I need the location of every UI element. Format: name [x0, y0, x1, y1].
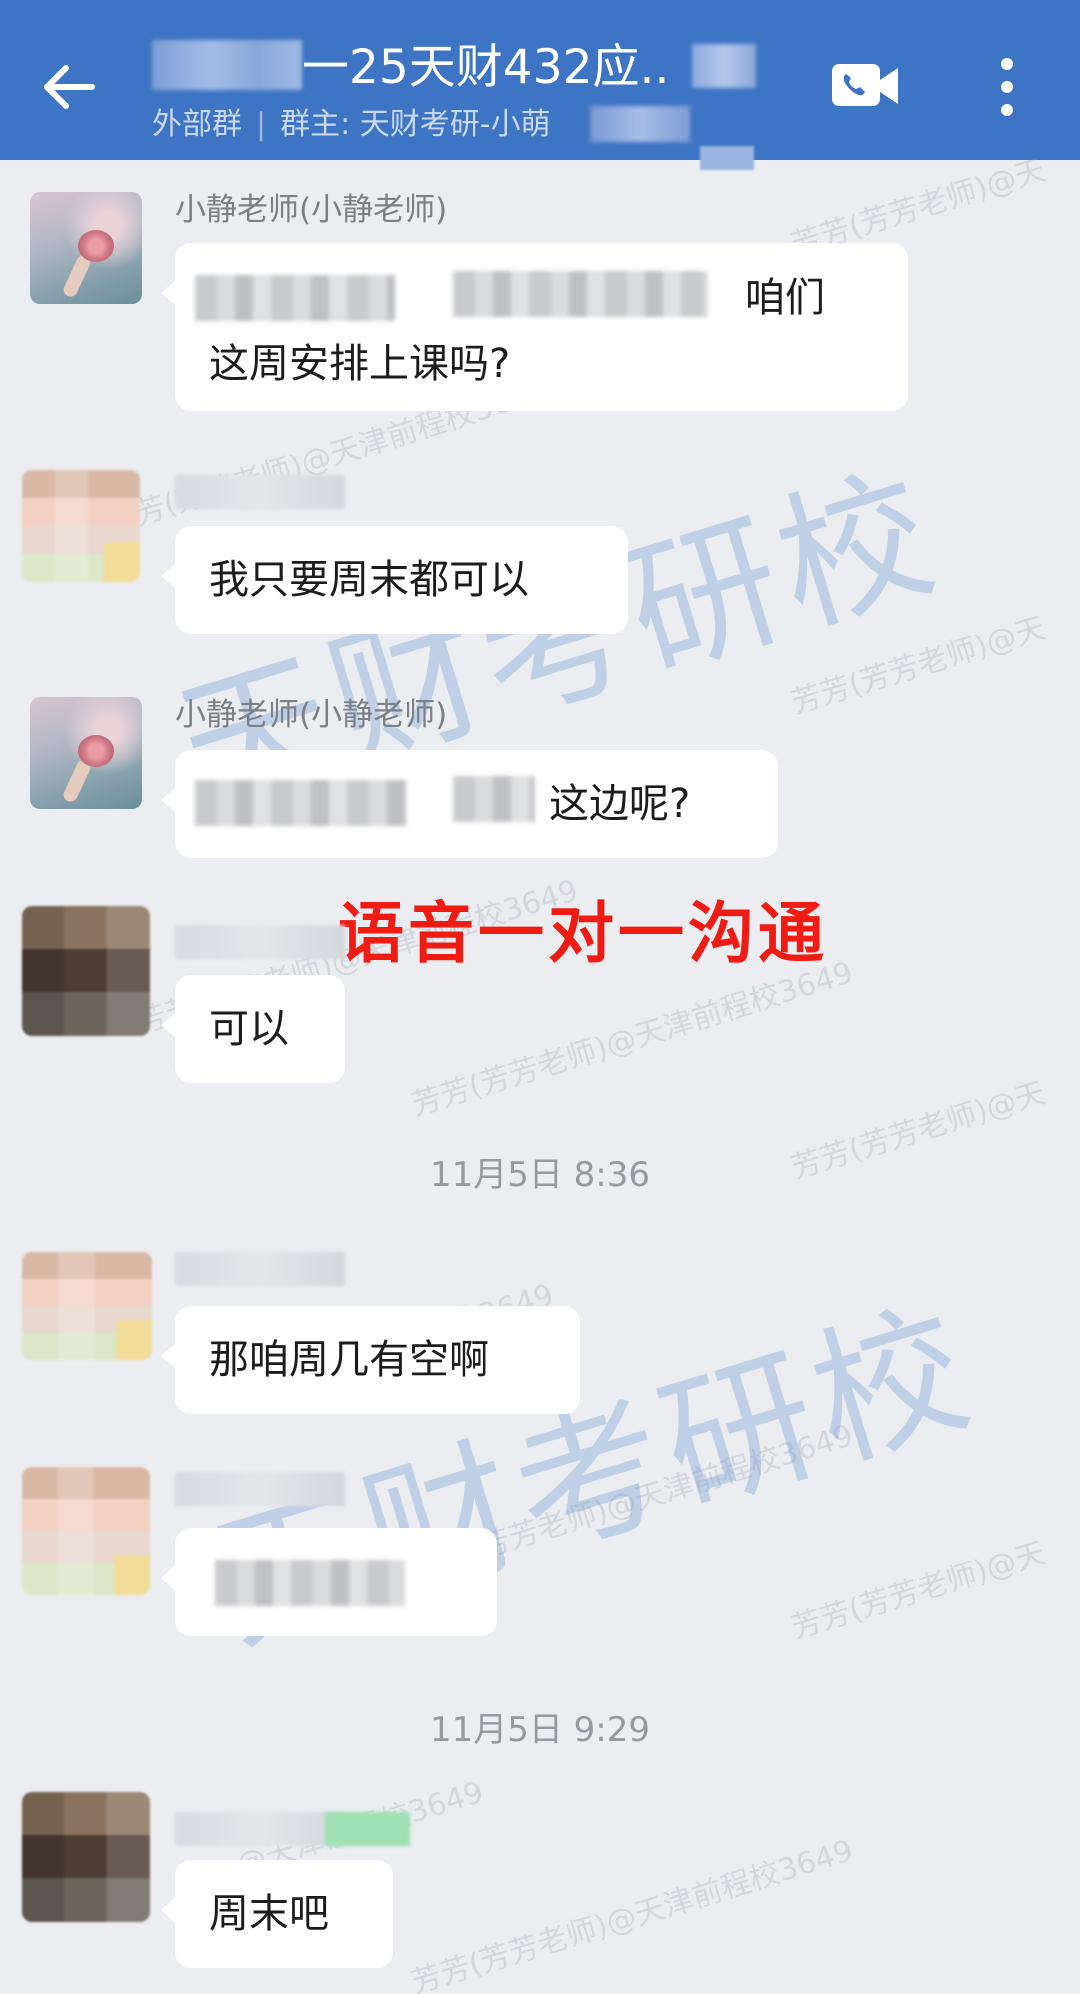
message-text: 我只要周末都可以: [209, 557, 529, 603]
sender-name-redacted: [175, 1472, 345, 1506]
watermark-text: 芳芳(芳芳老师)@天: [787, 610, 1050, 722]
group-owner-label: 群主: 天财考研-小萌: [280, 107, 551, 142]
message-bubble[interactable]: 可以: [161, 975, 345, 1083]
avatar[interactable]: [22, 470, 140, 582]
message-text: 这周安排上课吗?: [209, 341, 511, 387]
timestamp: 11月5日 9:29: [429, 1710, 651, 1750]
message-text: 这边呢?: [549, 781, 691, 827]
chat-title[interactable]: 一25天财432应..: [302, 40, 669, 96]
avatar[interactable]: [22, 1792, 150, 1922]
redacted-text: [215, 1560, 405, 1606]
sender-name-redacted: [175, 1252, 345, 1286]
message-text: 咱们: [745, 275, 825, 321]
more-options-button[interactable]: [992, 56, 1022, 118]
header-redacted-fragment: [700, 146, 754, 170]
message-bubble[interactable]: 这边呢?: [161, 750, 778, 858]
video-call-button[interactable]: [832, 62, 902, 110]
avatar[interactable]: [30, 697, 142, 809]
more-vertical-icon: [1001, 58, 1013, 116]
chat-subtitle: 外部群 | 群主: 天财考研-小萌: [152, 105, 551, 145]
sender-name: 小静老师(小静老师): [175, 192, 448, 228]
avatar-flower: [78, 735, 114, 767]
redacted-text: [453, 776, 535, 822]
video-call-icon: [832, 64, 898, 106]
sender-name: 小静老师(小静老师): [175, 697, 448, 733]
owner-redacted: [590, 106, 690, 142]
subtitle-separator: |: [256, 107, 267, 142]
avatar[interactable]: [22, 1252, 152, 1360]
watermark-text: 芳芳(芳芳老师)@天: [787, 1535, 1050, 1647]
message-text: 可以: [209, 1006, 289, 1052]
avatar[interactable]: [22, 1467, 150, 1595]
overlay-annotation: 语音一对一沟通: [338, 894, 828, 972]
avatar[interactable]: [22, 906, 150, 1036]
title-redacted: [152, 40, 302, 90]
redacted-text: [195, 780, 407, 826]
arrow-left-icon: [44, 65, 95, 109]
avatar[interactable]: [30, 192, 142, 304]
message-text: 那咱周几有空啊: [209, 1337, 489, 1383]
redacted-text: [453, 271, 708, 317]
timestamp: 11月5日 8:36: [429, 1155, 651, 1195]
sender-name-redacted: [175, 925, 345, 959]
title-redacted-end: [692, 44, 756, 88]
watermark-text: 芳芳(芳芳老师)@天津前程校3649: [407, 1833, 858, 1994]
redacted-text: [195, 275, 395, 321]
sender-name-redacted: [175, 475, 345, 509]
message-bubble[interactable]: 咱们 这周安排上课吗?: [161, 243, 908, 411]
avatar-flower: [78, 230, 114, 262]
group-type-label: 外部群: [152, 107, 242, 142]
back-button[interactable]: [34, 52, 104, 122]
sender-name-redacted: [175, 1812, 345, 1846]
sender-tag-redacted: [325, 1812, 410, 1846]
message-bubble[interactable]: 那咱周几有空啊: [161, 1306, 580, 1414]
chat-header: 一25天财432应.. 外部群 | 群主: 天财考研-小萌: [0, 0, 1080, 160]
message-bubble[interactable]: 周末吧: [161, 1860, 393, 1968]
message-text: 周末吧: [209, 1891, 329, 1937]
message-bubble[interactable]: 我只要周末都可以: [161, 526, 628, 634]
message-bubble[interactable]: [161, 1528, 497, 1636]
